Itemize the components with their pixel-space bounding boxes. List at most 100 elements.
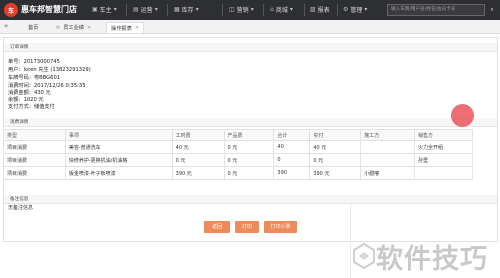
nav-divider <box>304 4 305 16</box>
brand-name: 惠车邦智慧门店 <box>21 5 77 14</box>
payment-method: 支付方式：储值支付 <box>8 103 55 110</box>
search-icon[interactable]: ⌕ <box>487 4 497 16</box>
chevron-down-icon: ▾ <box>195 6 199 13</box>
chevron-down-icon: ▾ <box>289 6 293 13</box>
field-value: 20173000745 <box>23 59 60 65</box>
consumption-section-header: 消费详情 <box>4 118 497 127</box>
chevron-down-icon: ▾ <box>364 6 368 13</box>
col-header-labor-fee: 工时费 <box>171 129 225 141</box>
nav-label: 报表 <box>317 7 330 14</box>
consumption-table: 类型 事项 工时费 产品费 合计 实付 施工方 销售方 项目消费 美容-普通洗车… <box>3 129 473 180</box>
sidebar-toggle-icon[interactable]: » <box>4 22 8 30</box>
nav-label: 车主 <box>99 7 112 14</box>
watermark-divider <box>350 201 351 278</box>
cell-product-fee: 0 元 <box>223 166 275 180</box>
cell-product-fee: 0 元 <box>223 140 275 154</box>
consumption-amount: 消费金额：430 元 <box>8 89 51 96</box>
nav-item-marketing[interactable]: ◫ 营销 ▾ <box>229 5 254 14</box>
tab-label: 首页 <box>28 25 39 31</box>
tab-operation-report[interactable]: 操作报表 ✕ <box>106 22 144 33</box>
cursor-highlight <box>451 104 474 127</box>
cell-total: 40 <box>273 140 311 154</box>
nav-divider <box>222 4 223 16</box>
chevron-down-icon: ▾ <box>154 6 158 13</box>
cell-item: 美容-普通洗车 <box>64 140 173 154</box>
license-plate: 车牌号码：粤BBG601 <box>8 74 60 81</box>
cell-total: 390 <box>273 166 311 180</box>
cell-constructor <box>360 140 416 154</box>
cell-paid: 390 元 <box>309 166 362 180</box>
nav-divider <box>263 4 264 16</box>
field-label: 车牌号码： <box>8 75 34 81</box>
nav-label: 运营 <box>140 7 153 14</box>
nav-item-reports[interactable]: ▧ 报表 <box>310 5 330 14</box>
col-header-item: 事项 <box>64 129 173 141</box>
col-header-seller: 销售方 <box>414 129 473 141</box>
back-button[interactable]: 返回 <box>204 221 230 233</box>
chevron-down-icon: ▾ <box>113 6 117 13</box>
chart-icon: ▤ <box>133 6 139 13</box>
box-icon: ▦ <box>174 6 180 13</box>
print-receipt-button[interactable]: 打印小票 <box>264 221 297 233</box>
cell-item: 快修养护-更换机油/机油格 <box>64 153 173 167</box>
cell-seller: 孙里 <box>414 153 473 167</box>
cell-product-fee: 0 元 <box>223 153 275 167</box>
cell-constructor: 小腊嘟 <box>360 166 416 180</box>
watermark-text: 软件技巧 <box>376 244 488 275</box>
field-value: 储值支付 <box>33 104 55 110</box>
cell-seller <box>414 166 473 180</box>
refresh-icon: ⟳ <box>56 24 61 31</box>
close-icon[interactable]: ✕ <box>87 25 91 31</box>
wallet-icon: ◫ <box>229 6 235 13</box>
chevron-down-icon: ▾ <box>250 6 254 13</box>
cell-labor-fee: 0 元 <box>171 153 225 167</box>
global-search-input[interactable]: 输入车牌/用户名/姓名/会员卡号 <box>387 4 485 16</box>
brand-logo[interactable]: 车 <box>4 3 18 17</box>
remarks-section-header: 备注信息 <box>4 195 497 204</box>
field-label: 用户： <box>8 67 24 73</box>
nav-item-owner[interactable]: ▣ 车主 ▾ <box>92 5 117 14</box>
nav-item-operations[interactable]: ▤ 运营 ▾ <box>133 5 158 14</box>
nav-label: 库存 <box>181 7 194 14</box>
nav-item-inventory[interactable]: ▦ 库存 ▾ <box>174 5 199 14</box>
tab-label: 员工业绩 <box>63 25 84 31</box>
tab-label: 操作报表 <box>111 25 132 32</box>
cell-type: 项目消费 <box>3 166 66 180</box>
customer-name: 用户：loren 先生 (13823291329) <box>8 66 91 73</box>
consumption-time: 消费时间：2017/12/26 0:35:35 <box>8 82 86 89</box>
tab-staff-performance[interactable]: ⟳ 员工业绩 ✕ <box>52 22 95 33</box>
remarks-text: 无备注信息 <box>8 205 34 211</box>
balance: 余额：1020 元 <box>8 96 44 103</box>
nav-item-mall[interactable]: ⌂ 商城 ▾ <box>270 5 293 14</box>
logo-text: 车 <box>7 7 14 15</box>
nav-divider <box>167 4 168 16</box>
cell-paid: 0 元 <box>309 153 362 167</box>
table-row: 项目消费 快修养护-更换机油/机油格 0 元 0 元 0 0 元 孙里 <box>3 153 473 167</box>
table-row: 项目消费 美容-普通洗车 40 元 0 元 40 40 元 火力全开组 <box>3 140 473 154</box>
nav-divider <box>126 4 127 16</box>
col-header-product-fee: 产品费 <box>223 129 275 141</box>
nav-label: 商城 <box>275 7 288 14</box>
print-button[interactable]: 打印 <box>235 221 259 233</box>
top-nav-bar: 车 惠车邦智慧门店 ▣ 车主 ▾ ▤ 运营 ▾ ▦ 库存 ▾ ◫ 营销 ▾ ⌂ 商城 ▾ ▧ 报表 ⚙… <box>0 0 500 20</box>
field-label: 单号： <box>8 59 24 65</box>
gear-icon: ⚙ <box>343 6 349 13</box>
table-row: 项目消费 钣金喷漆-叶子板喷漆 390 元 0 元 390 390 元 小腊嘟 <box>3 166 473 180</box>
cell-constructor <box>360 153 416 167</box>
cell-item: 钣金喷漆-叶子板喷漆 <box>64 166 173 180</box>
tab-home[interactable]: 首页 <box>24 22 42 33</box>
cell-seller: 火力全开组 <box>414 140 473 154</box>
nav-item-admin[interactable]: ⚙ 管理 ▾ <box>343 5 367 14</box>
report-icon: ▧ <box>310 6 316 13</box>
cell-labor-fee: 40 元 <box>171 140 225 154</box>
order-section-header: 订单详情 <box>4 43 497 52</box>
nav-label: 营销 <box>236 7 249 14</box>
close-icon[interactable]: ✕ <box>135 25 139 31</box>
field-label: 支付方式： <box>8 104 34 110</box>
nav-divider <box>337 4 338 16</box>
watermark-logo-icon <box>353 242 375 270</box>
tab-bar: » 首页 ⟳ 员工业绩 ✕ 操作报表 ✕ <box>0 20 500 34</box>
cell-paid: 40 元 <box>309 140 362 154</box>
col-header-paid: 实付 <box>309 129 362 141</box>
cell-type: 项目消费 <box>3 140 66 154</box>
